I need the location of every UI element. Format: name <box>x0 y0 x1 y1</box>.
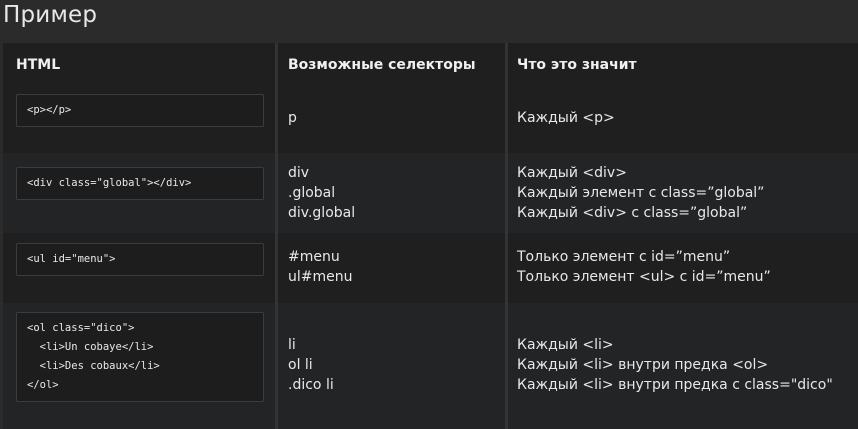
meaning-cell: Каждый <p> <box>517 108 615 128</box>
code-line: <li>Un cobaye</li> <box>27 341 154 353</box>
selector-text: li <box>288 337 296 353</box>
html-code-block: <div class="global"></div> <box>16 167 264 200</box>
column-divider <box>275 43 278 429</box>
page-title: Пример <box>3 2 98 28</box>
selector-text: p <box>288 110 297 126</box>
meaning-text: Только элемент <ul> с id=”menu” <box>517 269 771 285</box>
meaning-text: Каждый <li> внутри предка <ol> <box>517 357 769 373</box>
table-row: <ol class="dico"> <li>Un cobaye</li> <li… <box>3 303 858 429</box>
selector-text: #menu <box>288 249 340 265</box>
meaning-text: Каждый <p> <box>517 110 615 126</box>
table-row: <p></p> p Каждый <p> <box>3 89 858 153</box>
code-line: <ul id="menu"> <box>27 253 116 265</box>
column-divider <box>505 43 508 429</box>
meaning-text: Каждый <div> с class=”global” <box>517 205 748 221</box>
code-line: </ol> <box>27 379 59 391</box>
html-code-block: <ol class="dico"> <li>Un cobaye</li> <li… <box>16 312 264 402</box>
selectors-cell: #menu ul#menu <box>288 247 353 287</box>
column-header-selectors: Возможные селекторы <box>288 57 476 73</box>
meaning-text: Только элемент с id=”menu” <box>517 249 731 265</box>
selector-text: ol li <box>288 357 313 373</box>
selectors-cell: li ol li .dico li <box>288 335 334 395</box>
code-line: <ol class="dico"> <box>27 322 135 334</box>
meaning-cell: Каждый <li> Каждый <li> внутри предка <o… <box>517 335 833 395</box>
selector-text: .dico li <box>288 377 334 393</box>
meaning-cell: Каждый <div> Каждый элемент с class=”glo… <box>517 163 764 223</box>
selector-text: div <box>288 165 310 181</box>
selectors-cell: p <box>288 108 297 128</box>
code-line: <li>Des cobaux</li> <box>27 360 160 372</box>
table-header-row: HTML Возможные селекторы Что это значит <box>3 43 858 89</box>
meaning-text: Каждый <li> <box>517 337 614 353</box>
meaning-text: Каждый <div> <box>517 165 627 181</box>
html-code-block: <ul id="menu"> <box>16 243 264 276</box>
code-line: <div class="global"></div> <box>27 177 192 189</box>
selectors-table: HTML Возможные селекторы Что это значит … <box>3 43 858 429</box>
column-header-meaning: Что это значит <box>517 57 637 73</box>
meaning-cell: Только элемент с id=”menu” Только элемен… <box>517 247 771 287</box>
meaning-text: Каждый элемент с class=”global” <box>517 185 765 201</box>
selector-text: .global <box>288 185 336 201</box>
table-row: <div class="global"></div> div .global d… <box>3 153 858 233</box>
column-header-html: HTML <box>16 57 61 73</box>
selector-text: ul#menu <box>288 269 353 285</box>
code-line: <p></p> <box>27 104 72 116</box>
table-row: <ul id="menu"> #menu ul#menu Только элем… <box>3 233 858 303</box>
html-code-block: <p></p> <box>16 94 264 127</box>
selectors-cell: div .global div.global <box>288 163 355 223</box>
selector-text: div.global <box>288 205 356 221</box>
meaning-text: Каждый <li> внутри предка с class="dico" <box>517 377 833 393</box>
